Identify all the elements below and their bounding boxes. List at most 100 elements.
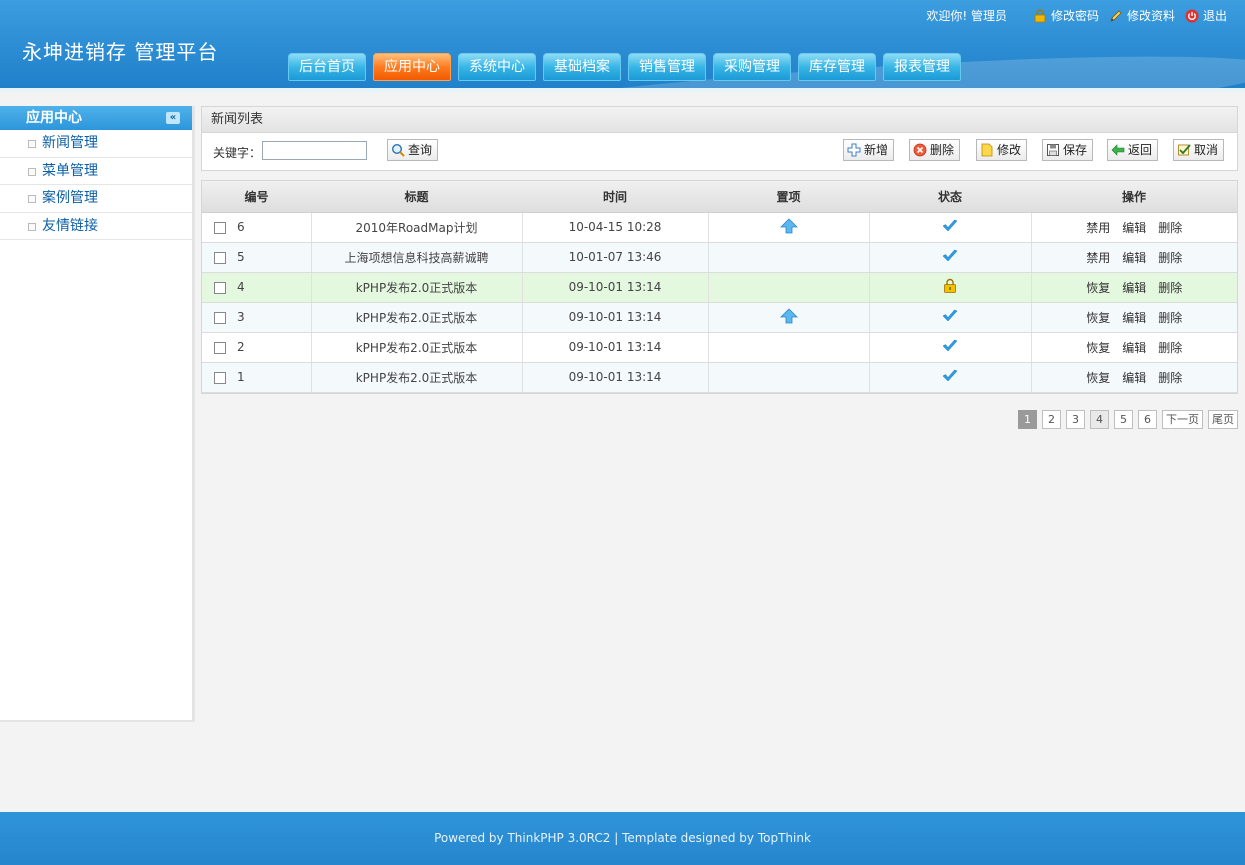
- top-cell: [708, 212, 870, 243]
- sidebar-item-links[interactable]: 友情链接: [0, 213, 192, 240]
- status-cell: [869, 332, 1032, 363]
- add-button-label: 新增: [864, 143, 889, 157]
- nav-tab-basic-archive[interactable]: 基础档案: [543, 53, 621, 81]
- table-row: 5 上海项想信息科技高薪诚聘 10-01-07 13:46 禁用 编辑 删除: [202, 242, 1237, 273]
- column-header-time[interactable]: 时间: [522, 181, 708, 213]
- restore-link[interactable]: 恢复: [1086, 281, 1110, 295]
- edit-profile-link[interactable]: 修改资料: [1109, 7, 1175, 24]
- add-button[interactable]: 新增: [843, 139, 895, 161]
- status-cell: [869, 212, 1032, 243]
- nav-tab-reports[interactable]: 报表管理: [883, 53, 961, 81]
- page-6-button[interactable]: 6: [1138, 410, 1157, 429]
- row-checkbox[interactable]: [214, 371, 226, 384]
- page-2-button[interactable]: 2: [1042, 410, 1061, 429]
- edit-link[interactable]: 编辑: [1122, 371, 1146, 385]
- title-cell: kPHP发布2.0正式版本: [311, 362, 523, 393]
- column-header-top[interactable]: 置项: [708, 181, 869, 213]
- brand-title: 永坤进销存 管理平台: [22, 40, 219, 64]
- change-password-label: 修改密码: [1050, 9, 1099, 23]
- column-header-status[interactable]: 状态: [869, 181, 1031, 213]
- back-button-label: 返回: [1128, 143, 1153, 157]
- sidebar-item-cases[interactable]: 案例管理: [0, 185, 192, 213]
- nav-tab-sales[interactable]: 销售管理: [628, 53, 706, 81]
- logout-label: 退出: [1202, 9, 1227, 23]
- next-page-button[interactable]: 下一页: [1162, 410, 1203, 429]
- checkmark-icon: [942, 219, 958, 231]
- back-button[interactable]: 返回: [1107, 139, 1159, 161]
- column-header-actions: 操作: [1031, 181, 1237, 213]
- row-checkbox[interactable]: [214, 341, 226, 354]
- table-row: 6 2010年RoadMap计划 10-04-15 10:28 禁用 编辑 删除: [202, 212, 1237, 243]
- top-cell: [708, 242, 870, 273]
- delete-link[interactable]: 删除: [1158, 281, 1182, 295]
- cancel-button[interactable]: 取消: [1173, 139, 1225, 161]
- nav-tab-system-center[interactable]: 系统中心: [458, 53, 536, 81]
- restore-link[interactable]: 恢复: [1086, 341, 1110, 355]
- delete-link[interactable]: 删除: [1158, 341, 1182, 355]
- disable-link[interactable]: 禁用: [1086, 221, 1110, 235]
- delete-link[interactable]: 删除: [1158, 251, 1182, 265]
- title-cell: 上海项想信息科技高薪诚聘: [311, 242, 523, 273]
- cancel-button-label: 取消: [1194, 143, 1219, 157]
- time-cell: 09-10-01 13:14: [522, 302, 709, 333]
- sidebar-item-menu[interactable]: 菜单管理: [0, 158, 192, 185]
- title-cell: 2010年RoadMap计划: [311, 212, 523, 243]
- row-id: 3: [237, 310, 245, 324]
- actions-cell: 禁用 编辑 删除: [1031, 242, 1237, 273]
- keyword-label: 关键字：: [213, 146, 262, 160]
- top-cell: [708, 272, 870, 303]
- delete-icon: [913, 143, 927, 157]
- keyword-input[interactable]: [262, 141, 367, 160]
- nav-tab-inventory[interactable]: 库存管理: [798, 53, 876, 81]
- search-icon: [391, 143, 405, 157]
- pin-top-arrow-icon[interactable]: [779, 217, 798, 234]
- collapse-sidebar-icon[interactable]: «: [166, 112, 180, 124]
- id-cell: 3: [202, 302, 312, 333]
- logout-link[interactable]: 退出: [1185, 7, 1227, 24]
- news-table: 编号 标题 时间 置项 状态 操作 6 2010年RoadMap计划 10-04…: [201, 180, 1238, 394]
- status-cell: [869, 272, 1032, 303]
- row-checkbox[interactable]: [214, 251, 226, 264]
- sidebar-item-news[interactable]: 新闻管理: [0, 130, 192, 158]
- page-3-button[interactable]: 3: [1066, 410, 1085, 429]
- disable-link[interactable]: 禁用: [1086, 251, 1110, 265]
- edit-profile-label: 修改资料: [1126, 9, 1175, 23]
- edit-link[interactable]: 编辑: [1122, 221, 1146, 235]
- search-button[interactable]: 查询: [387, 139, 439, 161]
- row-checkbox[interactable]: [214, 281, 226, 294]
- time-cell: 09-10-01 13:14: [522, 332, 709, 363]
- delete-button-label: 删除: [930, 143, 955, 157]
- delete-link[interactable]: 删除: [1158, 221, 1182, 235]
- last-page-button[interactable]: 尾页: [1208, 410, 1238, 429]
- delete-button[interactable]: 删除: [909, 139, 961, 161]
- page-4-button[interactable]: 4: [1090, 410, 1109, 429]
- row-checkbox[interactable]: [214, 311, 226, 324]
- change-password-link[interactable]: 修改密码: [1033, 7, 1099, 24]
- edit-button[interactable]: 修改: [976, 139, 1028, 161]
- bullet-icon: [28, 167, 36, 176]
- restore-link[interactable]: 恢复: [1086, 371, 1110, 385]
- column-header-title[interactable]: 标题: [311, 181, 522, 213]
- actions-cell: 禁用 编辑 删除: [1031, 212, 1237, 243]
- restore-link[interactable]: 恢复: [1086, 311, 1110, 325]
- bullet-icon: [28, 222, 36, 231]
- column-header-id[interactable]: 编号: [202, 181, 311, 213]
- nav-tab-home[interactable]: 后台首页: [288, 53, 366, 81]
- nav-tab-purchase[interactable]: 采购管理: [713, 53, 791, 81]
- bullet-icon: [28, 140, 36, 148]
- page-1-button[interactable]: 1: [1018, 410, 1037, 429]
- delete-link[interactable]: 删除: [1158, 311, 1182, 325]
- delete-link[interactable]: 删除: [1158, 371, 1182, 385]
- edit-link[interactable]: 编辑: [1122, 251, 1146, 265]
- save-button[interactable]: 保存: [1042, 139, 1094, 161]
- table-row: 2 kPHP发布2.0正式版本 09-10-01 13:14 恢复 编辑 删除: [202, 332, 1237, 363]
- edit-link[interactable]: 编辑: [1122, 311, 1146, 325]
- edit-link[interactable]: 编辑: [1122, 341, 1146, 355]
- pin-top-arrow-icon[interactable]: [779, 307, 798, 324]
- nav-tab-app-center[interactable]: 应用中心: [373, 53, 451, 81]
- table-header-row: 编号 标题 时间 置项 状态 操作: [202, 181, 1237, 213]
- edit-icon: [981, 143, 993, 157]
- row-checkbox[interactable]: [214, 221, 226, 234]
- edit-link[interactable]: 编辑: [1122, 281, 1146, 295]
- page-5-button[interactable]: 5: [1114, 410, 1133, 429]
